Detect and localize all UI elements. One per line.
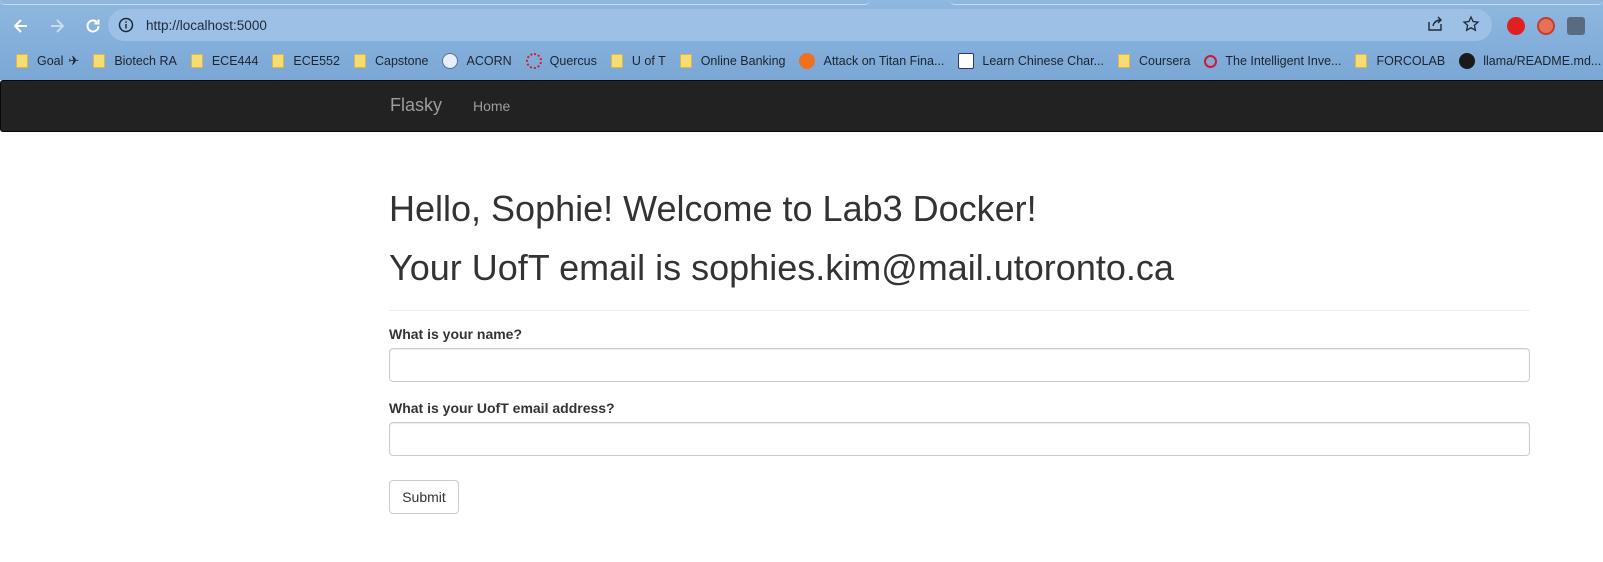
bookmark-quercus[interactable]: Quercus <box>525 53 597 69</box>
github-icon <box>1459 53 1476 69</box>
bookmark-llama-readme[interactable]: llama/README.md... <box>1459 53 1601 69</box>
address-bar[interactable]: http://localhost:5000 <box>108 9 1492 41</box>
info-icon[interactable] <box>118 17 134 33</box>
submit-button[interactable]: Submit <box>389 480 459 514</box>
bookmark-label: Goal <box>37 54 64 68</box>
reload-button[interactable] <box>78 11 108 41</box>
folder-icon <box>272 54 285 68</box>
bookmark-learn-chinese[interactable]: Learn Chinese Char... <box>958 53 1104 69</box>
folder-icon <box>93 54 106 68</box>
navbar-brand[interactable]: Flasky <box>390 95 442 116</box>
bookmark-u-of-t[interactable]: U of T <box>610 54 666 68</box>
folder-icon <box>610 54 623 68</box>
chinese-char-icon <box>958 53 975 69</box>
forward-button[interactable] <box>42 11 72 41</box>
nav-home-link[interactable]: Home <box>473 98 510 114</box>
email-label: What is your UofT email address? <box>389 400 615 416</box>
airplane-icon: ✈ <box>68 53 80 68</box>
bookmark-label: llama/README.md... <box>1483 54 1602 68</box>
share-icon[interactable] <box>1426 15 1444 33</box>
bookmark-biotech-ra[interactable]: Biotech RA <box>93 54 177 68</box>
bookmark-label: ECE552 <box>293 54 340 68</box>
reload-icon <box>86 19 100 33</box>
bookmark-attack-on-titan[interactable]: Attack on Titan Fina... <box>799 53 944 69</box>
bookmark-label: U of T <box>631 54 666 68</box>
bookmark-label: Biotech RA <box>114 54 177 68</box>
tab-edge[interactable] <box>950 0 1603 5</box>
bookmark-label: Quercus <box>549 54 597 68</box>
bookmark-ece444[interactable]: ECE444 <box>190 54 259 68</box>
email-heading: Your UofT email is sophies.kim@mail.utor… <box>389 247 1174 288</box>
adblock-icon[interactable] <box>1507 17 1525 35</box>
browser-chrome: http://localhost:5000 Goal ✈ Biotech RA E… <box>0 0 1603 80</box>
bookmark-coursera[interactable]: Coursera <box>1118 54 1190 68</box>
bookmark-label: Attack on Titan Fina... <box>823 54 945 68</box>
url-text[interactable]: http://localhost:5000 <box>146 18 267 33</box>
tab-strip <box>0 0 1603 6</box>
bookmark-online-banking[interactable]: Online Banking <box>679 54 786 68</box>
bookmark-intelligent-investor[interactable]: The Intelligent Inve... <box>1204 54 1341 68</box>
bookmark-label: FORCOLAB <box>1376 54 1446 68</box>
bookmark-ece552[interactable]: ECE552 <box>272 54 340 68</box>
bookmark-label: ECE444 <box>211 54 259 68</box>
bookmark-label: Online Banking <box>700 54 786 68</box>
name-input[interactable] <box>389 348 1530 382</box>
extension-icon[interactable] <box>1537 17 1555 35</box>
extensions <box>1507 17 1585 35</box>
bookmarks-bar: Goal ✈ Biotech RA ECE444 ECE552 Capstone … <box>0 49 1603 73</box>
folder-icon <box>679 54 692 68</box>
bookmark-label: ACORN <box>466 54 512 68</box>
bookmark-label: Coursera <box>1139 54 1191 68</box>
header-divider <box>389 310 1530 311</box>
bookmark-capstone[interactable]: Capstone <box>353 54 429 68</box>
folder-icon <box>16 54 28 68</box>
bookmark-forcolab[interactable]: FORCOLAB <box>1355 54 1445 68</box>
back-arrow-icon <box>13 19 27 33</box>
email-input[interactable] <box>389 422 1530 456</box>
greeting-heading: Hello, Sophie! Welcome to Lab3 Docker! <box>389 188 1037 229</box>
bookmark-label: The Intelligent Inve... <box>1225 54 1342 68</box>
folder-icon <box>1118 54 1130 68</box>
bookmark-acorn[interactable]: ACORN <box>442 53 512 69</box>
forward-arrow-icon <box>51 19 65 33</box>
crunchyroll-icon <box>799 53 816 69</box>
tab-edge[interactable] <box>0 0 870 5</box>
back-button[interactable] <box>6 11 36 41</box>
folder-icon <box>190 54 203 68</box>
site-navbar: Flasky Home <box>0 80 1603 132</box>
toolbar: http://localhost:5000 <box>0 8 1603 44</box>
star-icon[interactable] <box>1462 15 1480 33</box>
folder-icon <box>353 54 366 68</box>
bookmark-label: Learn Chinese Char... <box>982 54 1104 68</box>
name-label: What is your name? <box>389 326 523 342</box>
folder-icon <box>1355 54 1368 68</box>
opera-icon <box>1204 54 1218 68</box>
quercus-icon <box>525 53 542 69</box>
bookmark-goal[interactable]: Goal ✈ <box>16 53 79 69</box>
bookmark-label: Capstone <box>374 54 429 68</box>
acorn-icon <box>442 53 459 69</box>
puzzle-icon[interactable] <box>1567 17 1585 35</box>
